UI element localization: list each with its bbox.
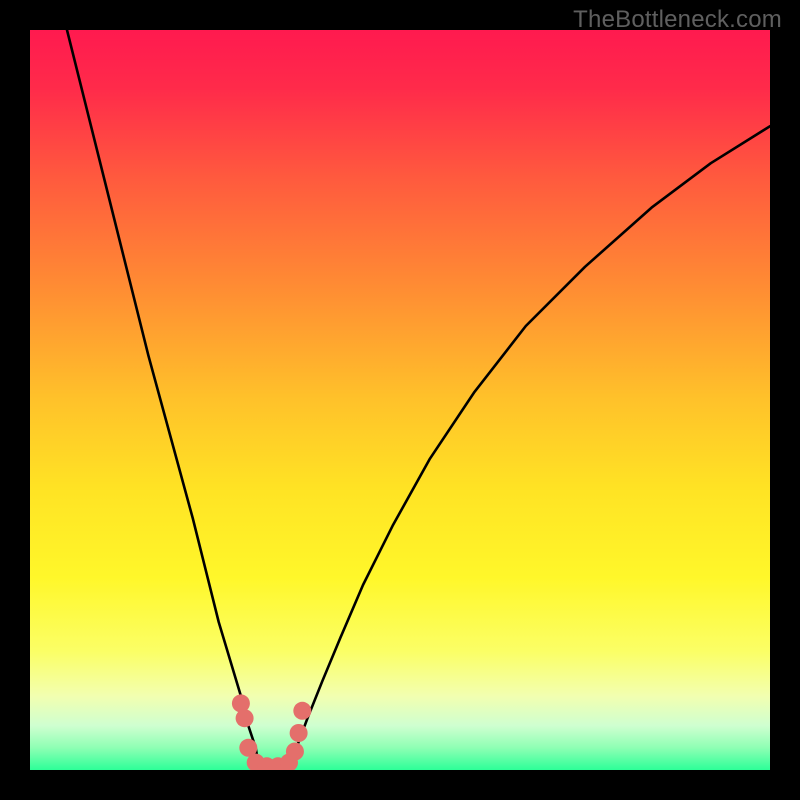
gradient-background bbox=[30, 30, 770, 770]
chart-root: TheBottleneck.com bbox=[0, 0, 800, 800]
highlight-dot bbox=[286, 743, 304, 761]
highlight-dot bbox=[293, 702, 311, 720]
highlight-dot bbox=[290, 724, 308, 742]
plot-svg bbox=[30, 30, 770, 770]
highlight-dot bbox=[236, 709, 254, 727]
plot-area bbox=[30, 30, 770, 770]
